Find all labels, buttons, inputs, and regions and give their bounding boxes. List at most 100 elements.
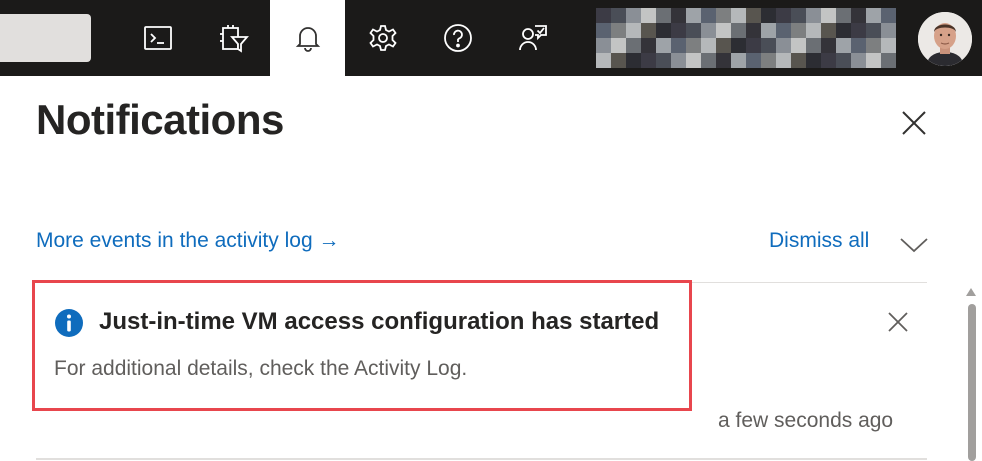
help-icon [443, 24, 472, 52]
blur-pixel [611, 38, 626, 53]
blur-pixel [791, 38, 806, 53]
blur-pixel [776, 8, 791, 23]
blur-pixel [671, 53, 686, 68]
blur-pixel [866, 38, 881, 53]
blur-pixel [641, 38, 656, 53]
blur-pixel [626, 38, 641, 53]
blur-pixel [641, 23, 656, 38]
cloud-shell-button[interactable] [120, 0, 195, 76]
blur-pixel [851, 53, 866, 68]
feedback-button[interactable] [495, 0, 570, 76]
info-icon [55, 309, 83, 337]
blur-pixel [851, 8, 866, 23]
dismiss-notification-button[interactable] [884, 308, 912, 336]
blur-pixel [866, 23, 881, 38]
page-title: Notifications [36, 96, 284, 143]
notification-highlight [32, 280, 692, 411]
dismiss-all-button[interactable]: Dismiss all [769, 229, 869, 253]
blur-pixel [761, 8, 776, 23]
settings-button[interactable] [345, 0, 420, 76]
directory-filter-icon [219, 25, 249, 53]
blur-pixel [611, 53, 626, 68]
blur-pixel [731, 38, 746, 53]
close-icon [888, 312, 908, 332]
account-name[interactable] [596, 8, 896, 68]
notification-title: Just-in-time VM access configuration has… [99, 308, 660, 335]
blur-pixel [821, 8, 836, 23]
chevron-down-icon[interactable] [898, 230, 930, 258]
blur-pixel [866, 8, 881, 23]
scrollbar-thumb[interactable] [968, 304, 976, 461]
divider [36, 458, 927, 460]
cloud-shell-icon [143, 26, 172, 50]
notification-body: For additional details, check the Activi… [54, 357, 468, 380]
blur-pixel [686, 23, 701, 38]
blur-pixel [671, 8, 686, 23]
blur-pixel [806, 23, 821, 38]
blur-pixel [671, 38, 686, 53]
blur-pixel [656, 8, 671, 23]
directory-filter-button[interactable] [196, 0, 271, 76]
blur-pixel [836, 23, 851, 38]
notification-timestamp: a few seconds ago [718, 409, 894, 432]
blur-pixel [791, 53, 806, 68]
blur-pixel [851, 38, 866, 53]
search-input[interactable] [0, 14, 91, 62]
blur-pixel [746, 38, 761, 53]
avatar[interactable] [918, 12, 972, 66]
user-photo-icon [918, 12, 972, 66]
blur-pixel [821, 53, 836, 68]
blur-pixel [851, 23, 866, 38]
blur-pixel [641, 8, 656, 23]
blur-pixel [761, 38, 776, 53]
blur-pixel [686, 38, 701, 53]
blur-pixel [686, 53, 701, 68]
top-bar [0, 0, 982, 76]
notifications-button[interactable] [270, 0, 345, 76]
blur-pixel [746, 53, 761, 68]
blur-pixel [716, 23, 731, 38]
blur-pixel [626, 53, 641, 68]
blur-pixel [791, 23, 806, 38]
blur-pixel [731, 23, 746, 38]
blur-pixel [611, 8, 626, 23]
blur-pixel [731, 8, 746, 23]
blur-pixel [806, 53, 821, 68]
help-button[interactable] [420, 0, 495, 76]
blur-pixel [806, 38, 821, 53]
blur-pixel [791, 8, 806, 23]
close-icon [902, 111, 926, 135]
blur-pixel [881, 23, 896, 38]
blur-pixel [746, 23, 761, 38]
blur-pixel [836, 53, 851, 68]
blur-pixel [716, 53, 731, 68]
blur-pixel [881, 38, 896, 53]
gear-icon [368, 25, 397, 51]
blur-pixel [776, 53, 791, 68]
bell-icon [295, 27, 320, 52]
blur-pixel [656, 53, 671, 68]
blur-pixel [596, 53, 611, 68]
blur-pixel [701, 38, 716, 53]
blur-pixel [806, 8, 821, 23]
blur-pixel [821, 38, 836, 53]
feedback-icon [518, 25, 547, 51]
blur-pixel [656, 23, 671, 38]
blur-pixel [761, 53, 776, 68]
blur-pixel [596, 38, 611, 53]
blur-pixel [776, 23, 791, 38]
blur-pixel [596, 23, 611, 38]
blur-pixel [746, 8, 761, 23]
blur-pixel [611, 23, 626, 38]
close-panel-button[interactable] [895, 104, 933, 142]
blur-pixel [641, 53, 656, 68]
blur-pixel [776, 38, 791, 53]
blur-pixel [716, 38, 731, 53]
blur-pixel [836, 8, 851, 23]
scroll-up-arrow-icon[interactable] [965, 286, 977, 298]
activity-log-link[interactable]: More events in the activity log → [36, 229, 339, 253]
blur-pixel [716, 8, 731, 23]
blur-pixel [821, 23, 836, 38]
blur-pixel [596, 8, 611, 23]
blur-pixel [656, 38, 671, 53]
